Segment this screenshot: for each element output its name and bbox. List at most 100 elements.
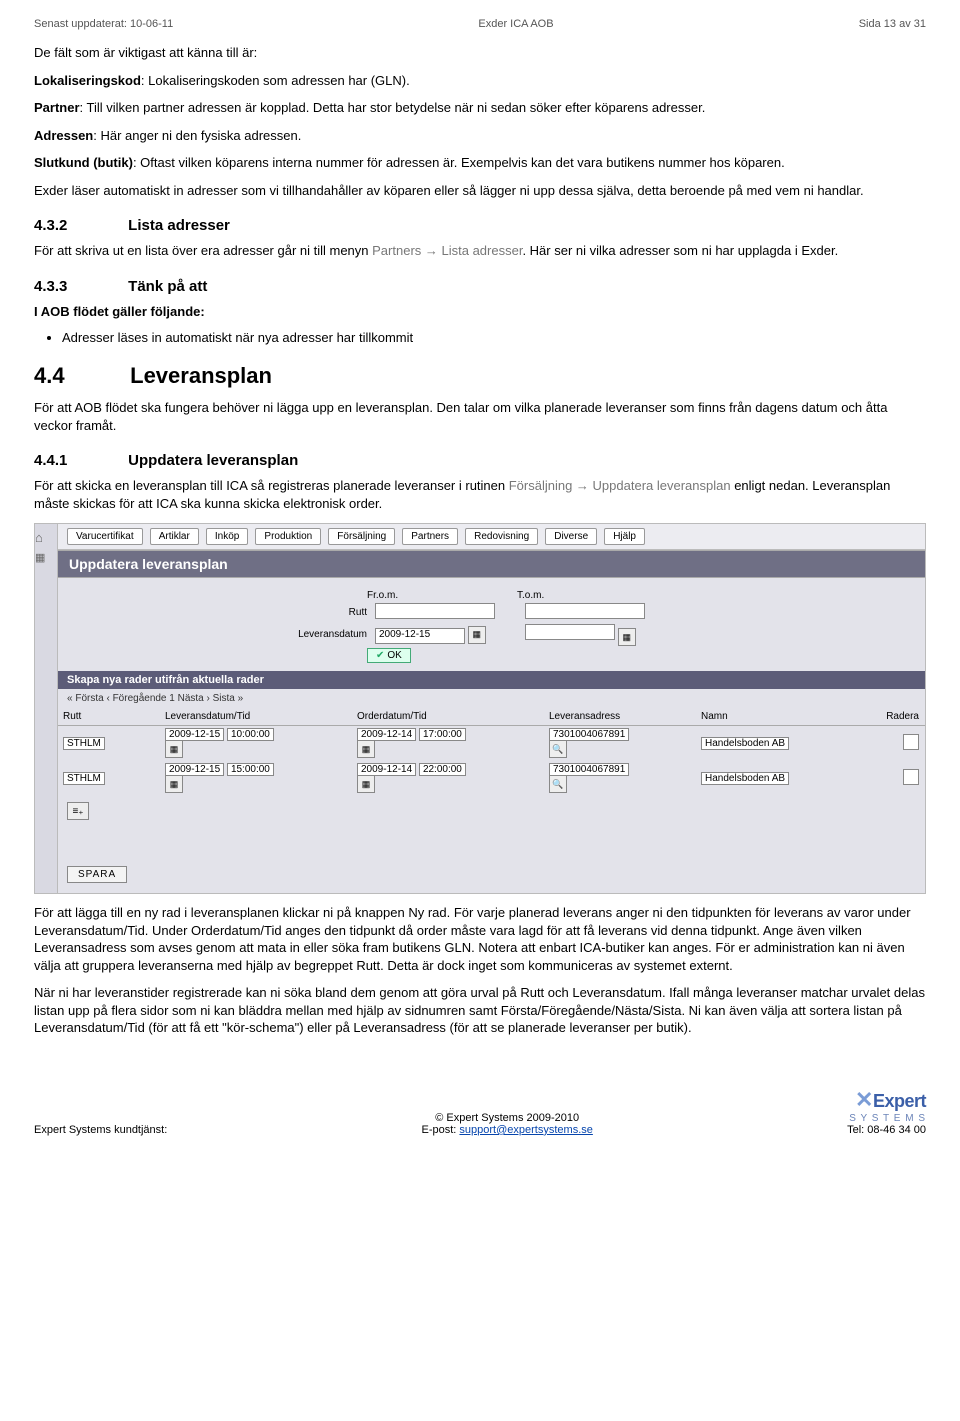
after-paragraph-2: När ni har leveranstider registrerade ka… (34, 984, 926, 1037)
col-radera: Radera (863, 708, 925, 726)
ok-button[interactable]: OK (367, 648, 411, 663)
heading-4-3-2: 4.3.2 Lista adresser (34, 217, 926, 234)
text-pre: För att skriva ut en lista över era adre… (34, 243, 372, 258)
input-levdat-from[interactable]: 2009-12-15 (375, 628, 465, 644)
cell-levtime[interactable]: 15:00:00 (227, 763, 274, 776)
menu-artiklar[interactable]: Artiklar (150, 528, 199, 545)
calendar-icon[interactable]: ▦ (357, 775, 375, 793)
label-to: T.o.m. (517, 590, 667, 601)
menu-inkop[interactable]: Inköp (206, 528, 248, 545)
field-adressen: Adressen: Här anger ni den fysiska adres… (34, 127, 926, 145)
calendar-icon[interactable]: ▦ (468, 626, 486, 644)
label-leveransdatum: Leveransdatum (57, 629, 375, 640)
app-title: Uppdatera leveransplan (57, 550, 925, 578)
label-rutt: Rutt (57, 607, 375, 618)
save-button[interactable]: SPARA (67, 866, 127, 883)
cell-namn[interactable]: Handelsboden AB (701, 737, 789, 750)
calendar-icon[interactable]: ▦ (618, 628, 636, 646)
cell-namn[interactable]: Handelsboden AB (701, 772, 789, 785)
footer-email-link[interactable]: support@expertsystems.se (459, 1124, 592, 1136)
paragraph-4-3-2: För att skriva ut en lista över era adre… (34, 242, 926, 260)
calendar-icon[interactable]: ▦ (165, 775, 183, 793)
filter-form: Fr.o.m. T.o.m. Rutt Leveransdatum 2009-1… (57, 578, 925, 672)
col-namn[interactable]: Namn (695, 708, 863, 726)
app-screenshot: ⌂ ▦ Varucertifikat Artiklar Inköp Produk… (34, 523, 926, 895)
delete-checkbox[interactable] (903, 769, 919, 785)
new-row-button[interactable]: ≡₊ (67, 802, 89, 820)
heading-4-4: 4.4 Leveransplan (34, 363, 926, 389)
text-pre: För att skicka en leveransplan till ICA … (34, 478, 509, 493)
delete-checkbox[interactable] (903, 734, 919, 750)
heading-text: Uppdatera leveransplan (128, 452, 298, 469)
col-orderdatum[interactable]: Orderdatum/Tid (351, 708, 543, 726)
menu-bar: Varucertifikat Artiklar Inköp Produktion… (57, 524, 925, 550)
label-from: Fr.o.m. (367, 590, 517, 601)
calendar-icon[interactable]: ▦ (165, 740, 183, 758)
page-footer: Expert Systems kundtjänst: © Expert Syst… (0, 1057, 960, 1150)
footer-tel: Tel: 08-46 34 00 (847, 1124, 926, 1136)
menu-diverse[interactable]: Diverse (545, 528, 597, 545)
home-icon[interactable]: ⌂ (35, 530, 57, 545)
desc: : Oftast vilken köparens interna nummer … (133, 155, 785, 170)
heading-4-3-3: 4.3.3 Tänk på att (34, 278, 926, 295)
search-icon[interactable]: 🔍 (549, 740, 567, 758)
pager[interactable]: « Första ‹ Föregående 1 Nästa › Sista » (57, 689, 925, 708)
footer-copyright: © Expert Systems 2009-2010 (167, 1112, 847, 1124)
input-levdat-to[interactable] (525, 624, 615, 640)
app-left-rail: ⌂ ▦ (35, 524, 58, 894)
term: Lokaliseringskod (34, 73, 141, 88)
menu-varucertifikat[interactable]: Varucertifikat (67, 528, 143, 545)
desc: : Till vilken partner adressen är koppla… (80, 100, 706, 115)
field-slutkund: Slutkund (butik): Oftast vilken köparens… (34, 154, 926, 172)
menu-forsaljning[interactable]: Försäljning (328, 528, 395, 545)
cell-ordertime[interactable]: 22:00:00 (419, 763, 466, 776)
desc: : Lokaliseringskoden som adressen har (G… (141, 73, 410, 88)
text-post: . Här ser ni vilka adresser som ni har u… (522, 243, 838, 258)
header-center: Exder ICA AOB (478, 18, 553, 30)
table-row: STHLM 2009-12-15 10:00:00 ▦ 2009-12-14 1… (57, 726, 925, 762)
heading-number: 4.3.3 (34, 278, 124, 295)
col-leveransdatum[interactable]: Leveransdatum/Tid (159, 708, 351, 726)
paragraph-4-4-1: För att skicka en leveransplan till ICA … (34, 477, 926, 512)
field-partner: Partner: Till vilken partner adressen är… (34, 99, 926, 117)
leveransplan-table: Rutt Leveransdatum/Tid Orderdatum/Tid Le… (57, 708, 925, 796)
header-left: Senast uppdaterat: 10-06-11 (34, 18, 173, 30)
heading-number: 4.3.2 (34, 217, 124, 234)
term: Adressen (34, 128, 93, 143)
lead-4-3-3: I AOB flödet gäller följande: (34, 303, 926, 321)
header-right: Sida 13 av 31 (859, 18, 926, 30)
table-row: STHLM 2009-12-15 15:00:00 ▦ 2009-12-14 2… (57, 761, 925, 796)
cell-rutt[interactable]: STHLM (63, 772, 105, 785)
term: Partner (34, 100, 80, 115)
cell-rutt[interactable]: STHLM (63, 737, 105, 750)
input-rutt-to[interactable] (525, 603, 645, 619)
menu-produktion[interactable]: Produktion (255, 528, 321, 545)
menu-redovisning[interactable]: Redovisning (465, 528, 538, 545)
bullet-item: Adresser läses in automatiskt när nya ad… (62, 330, 926, 345)
footer-left: Expert Systems kundtjänst: (34, 1124, 167, 1136)
heading-number: 4.4.1 (34, 452, 124, 469)
col-leveransadress[interactable]: Leveransadress (543, 708, 695, 726)
menu-hjalp[interactable]: Hjälp (604, 528, 645, 545)
term: Slutkund (butik) (34, 155, 133, 170)
ok-label: OK (387, 650, 401, 661)
heading-4-4-1: 4.4.1 Uppdatera leveransplan (34, 452, 926, 469)
heading-number: 4.4 (34, 363, 124, 389)
search-icon[interactable]: 🔍 (549, 775, 567, 793)
sub-bar: Skapa nya rader utifrån aktuella rader (57, 671, 925, 689)
intro-lead: De fält som är viktigast att känna till … (34, 44, 926, 62)
footer-mid-pre: E-post: (422, 1124, 460, 1136)
col-rutt[interactable]: Rutt (57, 708, 159, 726)
cell-levtime[interactable]: 10:00:00 (227, 728, 274, 741)
menu-partners[interactable]: Partners (402, 528, 458, 545)
input-rutt-from[interactable] (375, 603, 495, 619)
field-lokaliseringskod: Lokaliseringskod: Lokaliseringskoden som… (34, 72, 926, 90)
desc: : Här anger ni den fysiska adressen. (93, 128, 301, 143)
heading-text: Leveransplan (130, 363, 272, 388)
bullet-list: Adresser läses in automatiskt när nya ad… (62, 330, 926, 345)
grid-icon[interactable]: ▦ (35, 551, 57, 564)
cell-ordertime[interactable]: 17:00:00 (419, 728, 466, 741)
paragraph-4-4: För att AOB flödet ska fungera behöver n… (34, 399, 926, 434)
calendar-icon[interactable]: ▦ (357, 740, 375, 758)
heading-text: Tänk på att (128, 278, 207, 295)
